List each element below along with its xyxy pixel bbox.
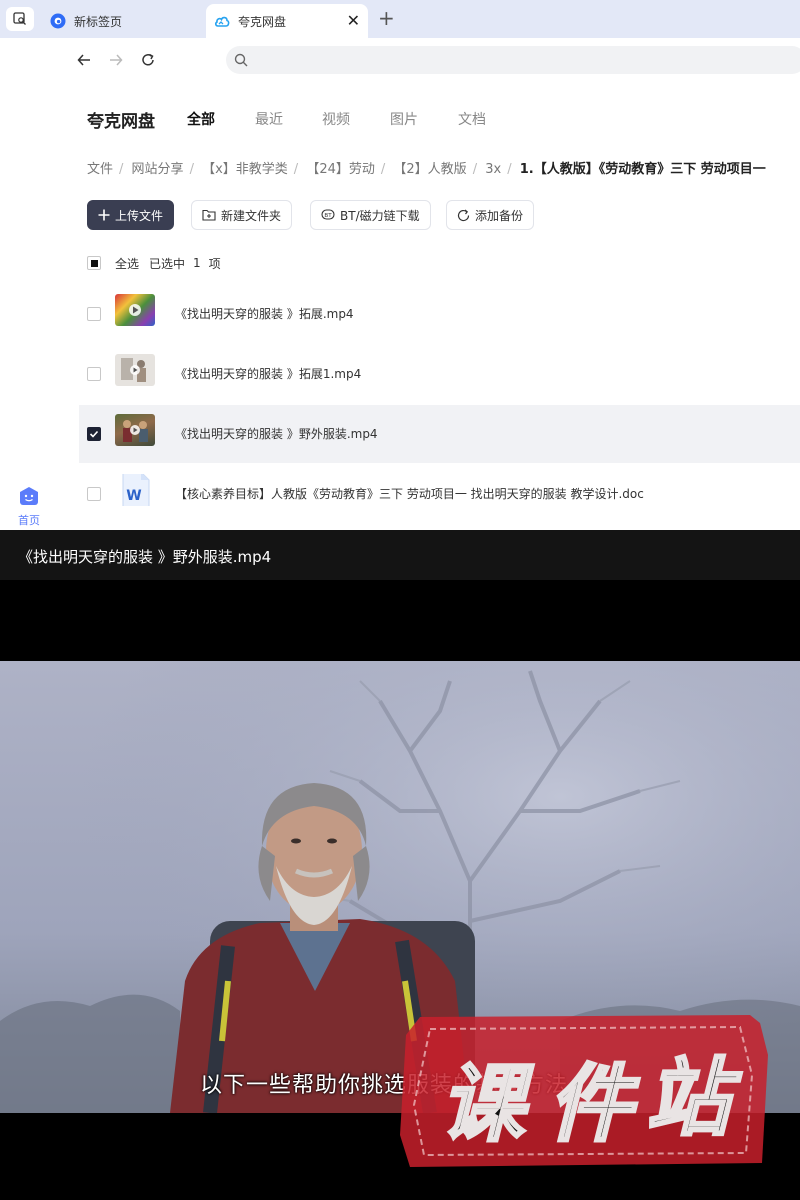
new-tab-plus-icon[interactable]: + [378,8,395,28]
file-row[interactable]: 《找出明天穿的服装 》拓展1.mp4 [79,345,800,403]
file-row[interactable]: 《找出明天穿的服装 》拓展.mp4 [79,285,800,343]
add-backup-button[interactable]: 添加备份 [446,200,535,230]
new-folder-button[interactable]: 新建文件夹 [191,200,293,230]
tab-new-tab[interactable]: 新标签页 [42,4,202,38]
bt-download-label: BT/磁力链下载 [340,208,420,223]
tab-quark-drive[interactable]: 夸克网盘 ✕ [206,4,368,38]
file-name[interactable]: 《找出明天穿的服装 》拓展1.mp4 [175,365,361,382]
word-doc-icon: W [115,474,155,506]
drive-main-panel: 夸克网盘 全部 最近 视频 图片 文档 文件 / 网站分享 / 【x】非教学类 / 【… [60,84,800,530]
add-backup-label: 添加备份 [475,208,524,223]
svg-text:课: 课 [440,1055,534,1153]
breadcrumb-item[interactable]: 文件 [87,162,113,177]
breadcrumb-item[interactable]: 3x [485,162,501,177]
close-tab-icon[interactable]: ✕ [347,13,360,29]
watermark-stamp: 课 件 站 [400,1015,768,1167]
breadcrumb-current: 1.【人教版】《劳动教育》三下 劳动项目一 [519,162,766,177]
selected-unit: 项 [208,256,221,271]
quark-logo-icon [50,13,66,29]
home-icon[interactable] [18,486,40,506]
tab-search-icon [13,12,26,25]
video-thumbnail [115,294,155,326]
checkmark-icon [89,430,99,438]
selection-bar: 全选 已选中 1 项 [87,255,221,271]
row-checkbox[interactable] [87,487,101,501]
file-row-selected[interactable]: 《找出明天穿的服装 》野外服装.mp4 [79,405,800,463]
nav-tab-video[interactable]: 视频 [322,109,350,129]
new-folder-label: 新建文件夹 [221,208,282,223]
file-name[interactable]: 《找出明天穿的服装 》拓展.mp4 [175,305,354,322]
nav-tab-document[interactable]: 文档 [458,109,486,129]
breadcrumb-item[interactable]: 【24】劳动 [306,162,375,177]
left-rail: 首页 [0,84,60,530]
selected-prefix: 已选中 [149,256,186,271]
row-checkbox[interactable] [87,367,101,381]
sync-icon [457,209,470,222]
svg-text:W: W [126,488,141,504]
nav-tab-all[interactable]: 全部 [187,109,215,129]
file-name[interactable]: 《找出明天穿的服装 》野外服装.mp4 [175,425,378,442]
file-name[interactable]: 【核心素养目标】人教版《劳动教育》三下 劳动项目一 找出明天穿的服装 教学设计.… [175,485,644,502]
breadcrumb-item[interactable]: 【2】人教版 [393,162,466,177]
select-all-label[interactable]: 全选 [115,255,139,272]
video-thumbnail [115,354,155,386]
breadcrumb-item[interactable]: 【x】非教学类 [202,162,288,177]
upload-label: 上传文件 [115,208,164,223]
player-title-bar: 《找出明天穿的服装 》野外服装.mp4 [0,530,800,580]
home-label[interactable]: 首页 [18,512,40,528]
magnet-icon: BT [321,209,335,221]
back-arrow-icon[interactable] [74,50,94,70]
cloud-drive-icon [214,13,230,29]
forward-arrow-icon[interactable] [106,50,126,70]
select-all-checkbox[interactable] [87,256,101,270]
player-title: 《找出明天穿的服装 》野外服装.mp4 [18,548,272,566]
tab-search-button[interactable] [6,7,34,31]
tab-label: 夸克网盘 [238,14,287,29]
row-checkbox-checked[interactable] [87,427,101,441]
svg-text:站: 站 [646,1049,742,1147]
svg-text:件: 件 [548,1055,640,1153]
browser-toolbar [0,38,800,84]
nav-tab-image[interactable]: 图片 [390,109,418,129]
brand-title: 夸克网盘 [87,112,155,132]
new-folder-icon [202,209,216,221]
search-icon [234,52,248,71]
row-checkbox[interactable] [87,307,101,321]
upload-button[interactable]: 上传文件 [87,200,175,230]
reload-icon[interactable] [138,50,158,70]
breadcrumb: 文件 / 网站分享 / 【x】非教学类 / 【24】劳动 / 【2】人教版/ 3x/ 1… [87,162,766,177]
svg-text:BT: BT [324,213,332,219]
nav-tab-recent[interactable]: 最近 [255,109,283,129]
tab-label: 新标签页 [74,14,123,29]
video-thumbnail [115,414,155,446]
selected-count: 1 [193,256,201,270]
address-bar[interactable] [226,46,800,74]
bt-download-button[interactable]: BT BT/磁力链下载 [310,200,431,230]
browser-tab-bar: 新标签页 夸克网盘 ✕ + [0,0,800,38]
breadcrumb-item[interactable]: 网站分享 [132,162,184,177]
plus-icon [98,209,110,221]
file-row[interactable]: W 【核心素养目标】人教版《劳动教育》三下 劳动项目一 找出明天穿的服装 教学设… [79,465,800,523]
